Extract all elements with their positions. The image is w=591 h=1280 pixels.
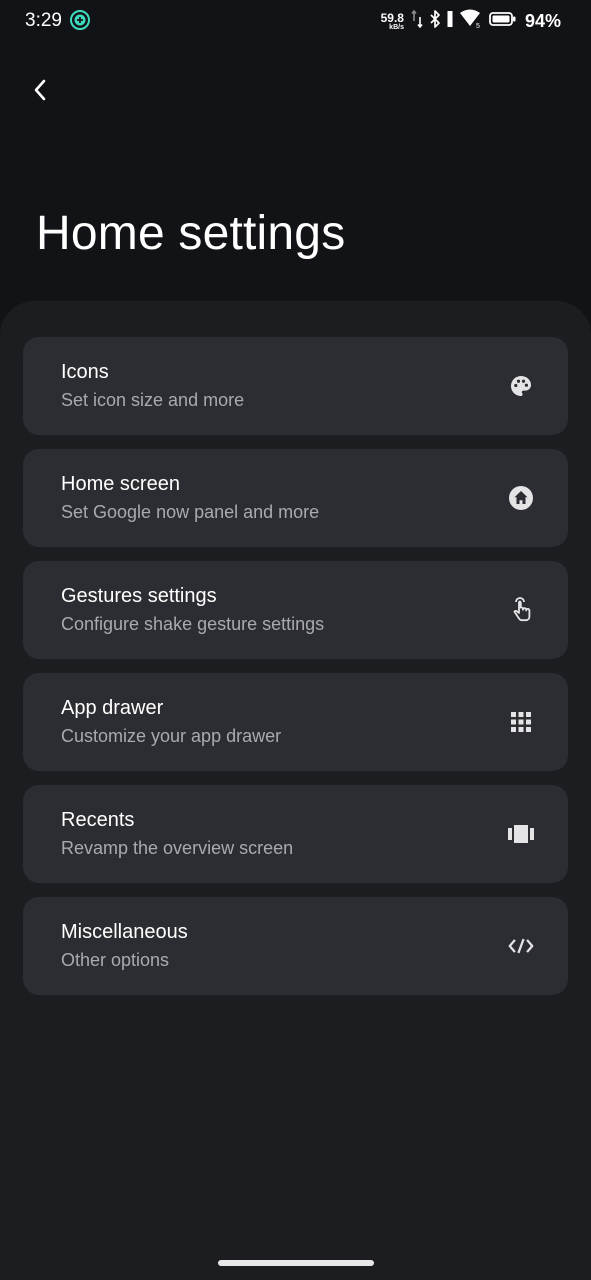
setting-item-app-drawer[interactable]: App drawer Customize your app drawer [23,673,568,771]
setting-subtitle: Configure shake gesture settings [61,614,325,634]
network-speed: 59.8 kB/s [381,12,404,31]
setting-title: Icons [61,361,109,383]
setting-subtitle: Customize your app drawer [61,726,282,746]
network-speed-unit: kB/s [389,23,404,31]
touch-gesture-icon [508,597,534,623]
back-arrow-icon [34,79,46,101]
battery-icon [489,9,517,34]
setting-title: Home screen [61,473,180,495]
setting-title: App drawer [61,697,164,719]
signal-icon [447,9,453,34]
setting-subtitle: Set icon size and more [61,390,245,410]
setting-item-recents[interactable]: Recents Revamp the overview screen [23,785,568,883]
status-icons: 59.8 kB/s 5 94% [381,8,561,34]
battery-percent: 94% [524,10,561,31]
app-grid-icon [508,709,534,735]
setting-item-home-screen[interactable]: Home screen Set Google now panel and mor… [23,449,568,547]
svg-text:5: 5 [476,23,480,29]
settings-sheet: Icons Set icon size and more Home screen… [0,301,591,1280]
status-time: 3:29 [25,10,62,31]
setting-subtitle: Set Google now panel and more [61,502,320,522]
wifi-icon: 5 [459,9,483,34]
palette-icon [508,373,534,399]
notification-app-icon [70,10,90,30]
setting-subtitle: Other options [61,950,170,970]
setting-title: Recents [61,809,135,831]
setting-item-miscellaneous[interactable]: Miscellaneous Other options [23,897,568,995]
home-settings-screen: 3:29 59.8 kB/s 5 94% Home settings Icons… [0,0,591,1280]
carousel-icon [508,821,534,847]
setting-title: Miscellaneous [61,921,188,943]
bluetooth-icon [429,9,441,34]
status-bar: 3:29 59.8 kB/s 5 94% [0,0,591,42]
code-icon [508,933,534,959]
settings-list: Icons Set icon size and more Home screen… [23,337,568,1009]
home-icon [508,485,534,511]
page-title: Home settings [36,207,346,260]
back-button[interactable] [22,72,58,108]
setting-subtitle: Revamp the overview screen [61,838,294,858]
setting-title: Gestures settings [61,585,217,607]
data-transfer-icon [411,9,423,34]
network-speed-value: 59.8 [380,10,404,25]
setting-item-icons[interactable]: Icons Set icon size and more [23,337,568,435]
gesture-navigation-bar[interactable] [218,1260,374,1266]
setting-item-gestures[interactable]: Gestures settings Configure shake gestur… [23,561,568,659]
